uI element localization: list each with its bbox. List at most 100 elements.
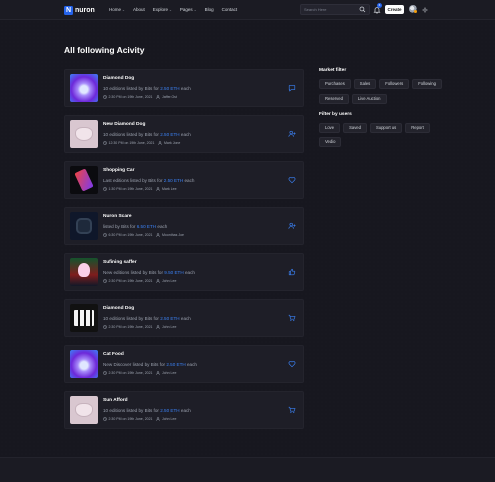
activity-user[interactable]: John Lee [162, 279, 176, 283]
nav-item-pages[interactable]: Pages ⌄ [180, 7, 197, 12]
activity-price: 9.50 ETH [164, 270, 184, 275]
activity-user[interactable]: Moonthas Joe [162, 233, 184, 237]
activity-user[interactable]: John Lee [162, 417, 176, 421]
activity-time: 2:30 PM on 19th June, 2021 [108, 325, 153, 329]
activity-title[interactable]: Sun Afford [103, 398, 128, 403]
cart-icon[interactable] [288, 314, 296, 322]
nav-item-explore[interactable]: Explore ⌄ [153, 7, 172, 12]
nav-item-label: About [132, 7, 145, 12]
activity-desc-suffix: each [183, 270, 195, 275]
search-icon[interactable] [359, 6, 366, 13]
page-title: All following Acivity [64, 45, 145, 55]
nav-item-about[interactable]: About [133, 7, 145, 12]
market-filter-title: Market filter [319, 68, 347, 73]
filter-chip-live-auction[interactable]: Live Auction [351, 94, 387, 104]
activity-item[interactable]: Sun Afford 10 editions listed by Bits for… [64, 391, 304, 429]
nav-item-label: Home [109, 7, 122, 12]
user-add-icon[interactable] [288, 222, 296, 230]
nft-thumbnail[interactable] [70, 74, 98, 102]
activity-title[interactable]: Diamond Dog [103, 76, 134, 81]
activity-meta: 2:30 PM on 19th June, 2021 John Lee [103, 279, 176, 283]
nav-item-contact[interactable]: Contact [222, 7, 238, 12]
thumbs-up-icon[interactable] [288, 268, 296, 276]
activity-item[interactable]: Cat Food New Discover listed by Bits for … [64, 345, 304, 383]
activity-desc-suffix: each [185, 362, 197, 367]
activity-item[interactable]: Sufining saffer New editions listed by Bi… [64, 253, 304, 291]
clock-icon [103, 371, 107, 375]
user-icon [158, 141, 163, 145]
activity-time: 6:30 PM on 19th June, 2021 [108, 233, 153, 237]
activity-user[interactable]: Jaffer.Ost [162, 95, 177, 99]
activity-desc-suffix: each [179, 132, 191, 137]
activity-item[interactable]: New Diamond Dog 10 editions listed by Bit… [64, 115, 304, 153]
activity-description: 10 editions listed by Bits for 2.50 ETH … [103, 132, 191, 137]
cart-icon[interactable] [288, 406, 296, 414]
filter-chip-sales[interactable]: Sales [353, 79, 377, 89]
activity-meta: 2:30 PM on 19th June, 2021 Jaffer.Ost [103, 95, 177, 99]
activity-title[interactable]: Sufining saffer [103, 260, 137, 265]
activity-title[interactable]: Cat Food [103, 352, 124, 357]
nft-thumbnail[interactable] [70, 166, 98, 194]
activity-title[interactable]: New Diamond Dog [103, 122, 145, 127]
activity-title[interactable]: Shopping Car [103, 168, 134, 173]
activity-item[interactable]: Diamond Dog 10 editions listed by Bits fo… [64, 299, 304, 337]
activity-title[interactable]: Diamond Dog [103, 306, 134, 311]
activity-description: Last editions listed by Bits for 2.50 ET… [103, 178, 194, 183]
filter-chip-saved[interactable]: Saved [343, 123, 367, 133]
activity-price: 2.50 ETH [160, 408, 180, 413]
activity-item[interactable]: Shopping Car Last editions listed by Bits… [64, 161, 304, 199]
activity-user[interactable]: Mark Jone [164, 141, 180, 145]
user-icon [156, 279, 161, 283]
heart-icon[interactable] [288, 176, 296, 184]
filter-chip-following[interactable]: Following [412, 79, 442, 89]
activity-price: 2.50 ETH [166, 362, 186, 367]
main-nav: Home ⌄ About Explore ⌄ Pages ⌄ Blog Contact [109, 7, 237, 12]
filter-chip-followers[interactable]: Followers [379, 79, 410, 89]
user-add-icon[interactable] [288, 130, 296, 138]
activity-time: 2:30 PM on 19th June, 2021 [108, 279, 153, 283]
filter-chip-reserved[interactable]: Reserved [319, 94, 349, 104]
activity-desc-suffix: each [156, 224, 168, 229]
nft-thumbnail[interactable] [70, 396, 98, 424]
avatar-status-dot [414, 10, 417, 13]
activity-user[interactable]: John Lee [162, 371, 176, 375]
theme-toggle-icon[interactable] [422, 7, 428, 13]
nav-item-home[interactable]: Home ⌄ [109, 7, 125, 12]
activity-description: New editions listed by Bits for 9.50 ETH… [103, 270, 195, 275]
clock-icon [103, 233, 107, 237]
search-box [300, 4, 370, 15]
filter-chip-report[interactable]: Report [405, 123, 430, 133]
activity-description: 10 editions listed by Bits for 2.50 ETH … [103, 408, 191, 413]
nav-item-blog[interactable]: Blog [205, 7, 214, 12]
activity-meta: 12:30 PM on 19th June, 2021 Mark Jone [103, 141, 180, 145]
activity-meta: 2:30 PM on 19th June, 2021 John Lee [103, 371, 176, 375]
logo-mark: N [64, 5, 73, 15]
logo[interactable]: N nuron [64, 5, 95, 15]
search-input[interactable] [301, 5, 353, 14]
activity-desc-text: Last editions listed by Bits for [103, 178, 164, 183]
create-button[interactable]: Create [385, 5, 404, 14]
message-icon[interactable] [288, 84, 296, 92]
nft-thumbnail[interactable] [70, 304, 98, 332]
activity-item[interactable]: Nuron Scare listed by Bits for 6.50 ETH e… [64, 207, 304, 245]
heart-icon[interactable] [288, 360, 296, 368]
filter-chip-purchases[interactable]: Purchases [319, 79, 351, 89]
activity-user[interactable]: Mark Lee [162, 187, 177, 191]
nft-thumbnail[interactable] [70, 212, 98, 240]
filter-chip-support-us[interactable]: Support us [369, 123, 403, 133]
market-filter-row-1: Purchases Sales Followers Following [319, 79, 442, 89]
activity-time: 1:30 PM on 19th June, 2021 [108, 187, 153, 191]
nft-thumbnail[interactable] [70, 258, 98, 286]
user-filter-row-1: Love Saved Support us Report [319, 123, 430, 133]
activity-list: Diamond Dog 10 editions listed by Bits fo… [64, 69, 304, 437]
nft-thumbnail[interactable] [70, 120, 98, 148]
filter-chip-vedio[interactable]: Vedio [319, 137, 342, 147]
activity-title[interactable]: Nuron Scare [103, 214, 132, 219]
activity-user[interactable]: John Lee [162, 325, 176, 329]
clock-icon [103, 417, 107, 421]
activity-item[interactable]: Diamond Dog 10 editions listed by Bits fo… [64, 69, 304, 107]
nft-thumbnail[interactable] [70, 350, 98, 378]
filter-chip-love[interactable]: Love [319, 123, 341, 133]
chevron-down-icon: ⌄ [193, 7, 197, 12]
nav-item-label: Pages [179, 7, 193, 12]
